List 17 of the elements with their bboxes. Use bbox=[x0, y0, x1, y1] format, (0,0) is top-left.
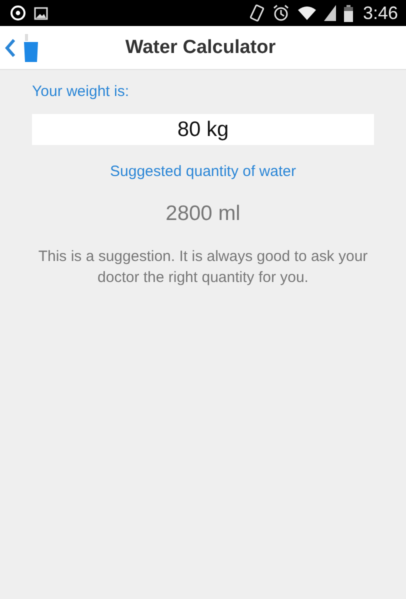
status-time: 3:46 bbox=[362, 2, 398, 24]
rotate-phone-icon bbox=[250, 4, 264, 22]
back-icon bbox=[5, 38, 16, 58]
back-button[interactable] bbox=[5, 34, 38, 62]
suggested-label: Suggested quantity of water bbox=[109, 163, 297, 180]
record-icon bbox=[10, 5, 26, 21]
screen-title: Water Calculator bbox=[124, 36, 277, 58]
weight-label: Your weight is: bbox=[32, 83, 130, 100]
battery-icon bbox=[344, 4, 353, 22]
weight-input[interactable]: 80 kg bbox=[32, 114, 374, 145]
wifi-icon bbox=[298, 6, 316, 20]
alarm-icon bbox=[272, 4, 290, 22]
water-glass-icon bbox=[24, 34, 38, 62]
disclaimer-text: This is a suggestion. It is always good to ask your doctor the right quantity for you. bbox=[37, 247, 369, 288]
signal-icon bbox=[324, 5, 336, 21]
image-icon bbox=[34, 6, 48, 20]
water-amount: 2800 ml bbox=[164, 202, 242, 226]
